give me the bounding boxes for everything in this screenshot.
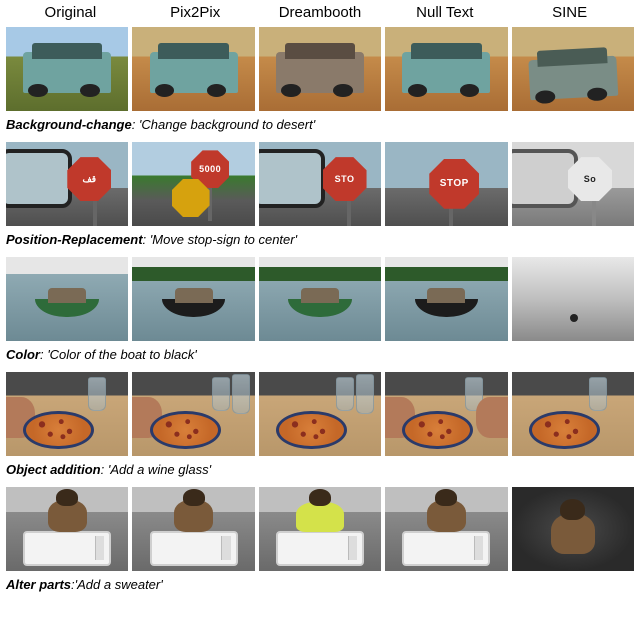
caption-prompt: 'Move stop-sign to center' (150, 232, 297, 247)
img-sine (512, 27, 634, 111)
caption-position-replacement: Position-Replacement: 'Move stop-sign to… (6, 228, 634, 257)
img-original: قف (6, 142, 128, 226)
img-pix2pix (132, 257, 254, 341)
stop-sign: STO (323, 157, 367, 201)
img-dreambooth (259, 372, 381, 456)
caption-prompt: 'Add a sweater' (75, 577, 163, 592)
caption-background-change: Background-change: 'Change background to… (6, 113, 634, 142)
img-nulltext: STOP (385, 142, 507, 226)
img-dreambooth: STO (259, 142, 381, 226)
img-pix2pix: 5000 (132, 142, 254, 226)
caption-prompt: 'Add a wine glass' (108, 462, 211, 477)
caption-prompt: 'Color of the boat to black' (47, 347, 197, 362)
caption-label: Background-change (6, 117, 132, 132)
caption-color: Color: 'Color of the boat to black' (6, 343, 634, 372)
row-alter-parts (6, 487, 634, 571)
img-nulltext (385, 27, 507, 111)
img-dreambooth (259, 487, 381, 571)
caption-label: Object addition (6, 462, 101, 477)
comparison-figure: Original Pix2Pix Dreambooth Null Text SI… (6, 4, 634, 602)
img-original (6, 372, 128, 456)
img-sine (512, 372, 634, 456)
col-header-pix2pix: Pix2Pix (133, 4, 258, 21)
img-dreambooth (259, 27, 381, 111)
caption-label: Alter parts (6, 577, 71, 592)
caption-object-addition: Object addition: 'Add a wine glass' (6, 458, 634, 487)
img-sine: So (512, 142, 634, 226)
row-object-addition (6, 372, 634, 456)
col-header-dreambooth: Dreambooth (258, 4, 383, 21)
column-headers: Original Pix2Pix Dreambooth Null Text SI… (6, 4, 634, 27)
caption-prompt: 'Change background to desert' (139, 117, 315, 132)
img-nulltext (385, 257, 507, 341)
img-original (6, 27, 128, 111)
img-pix2pix (132, 27, 254, 111)
img-pix2pix (132, 487, 254, 571)
img-dreambooth (259, 257, 381, 341)
stop-sign: قف (67, 157, 111, 201)
img-sine (512, 487, 634, 571)
col-header-sine: SINE (507, 4, 632, 21)
img-original (6, 257, 128, 341)
caption-label: Color (6, 347, 40, 362)
img-original (6, 487, 128, 571)
col-header-nulltext: Null Text (382, 4, 507, 21)
img-pix2pix (132, 372, 254, 456)
col-header-original: Original (8, 4, 133, 21)
img-nulltext (385, 487, 507, 571)
caption-alter-parts: Alter parts:'Add a sweater' (6, 573, 634, 602)
img-nulltext (385, 372, 507, 456)
img-sine (512, 257, 634, 341)
stop-sign: STOP (429, 159, 479, 209)
caption-label: Position-Replacement (6, 232, 143, 247)
row-background-change (6, 27, 634, 111)
row-color (6, 257, 634, 341)
row-position-replacement: قف 5000 STO STOP So (6, 142, 634, 226)
